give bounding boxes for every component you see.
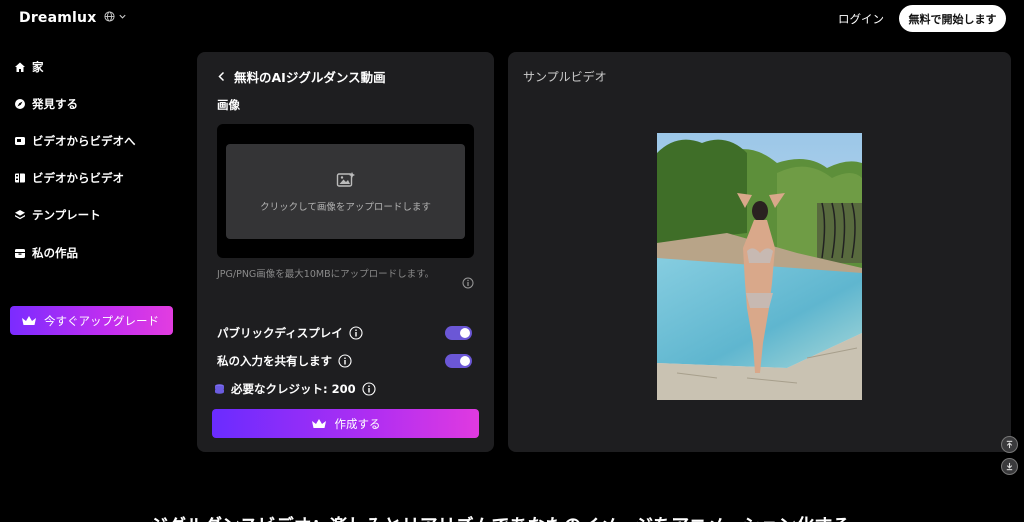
globe-icon bbox=[104, 11, 115, 22]
sidebar-item-label: テンプレート bbox=[32, 208, 101, 222]
upload-hint: JPG/PNG画像を最大10MBにアップロードします。 bbox=[217, 269, 435, 280]
share-input-toggle[interactable] bbox=[445, 354, 472, 368]
scroll-top-button[interactable] bbox=[1001, 436, 1018, 453]
sample-video-panel: サンプルビデオ bbox=[508, 52, 1011, 452]
crown-icon bbox=[311, 418, 326, 428]
sidebar-item-discover[interactable]: 発見する bbox=[14, 95, 78, 113]
credits-row: 必要なクレジット: 200 bbox=[214, 381, 376, 397]
upload-instruction: クリックして画像をアップロードします bbox=[260, 201, 431, 213]
sample-video-thumbnail[interactable] bbox=[657, 133, 862, 400]
arrow-down-icon bbox=[1006, 462, 1013, 471]
info-icon[interactable] bbox=[362, 382, 376, 396]
compass-icon bbox=[14, 98, 26, 110]
image-label: 画像 bbox=[217, 98, 240, 112]
sidebar-item-label: 発見する bbox=[32, 97, 78, 111]
upgrade-label: 今すぐアップグレード bbox=[44, 313, 159, 328]
crown-icon bbox=[22, 315, 36, 325]
sidebar-item-home[interactable]: 家 bbox=[14, 58, 44, 76]
top-bar: Dreamlux ログイン 無料で開始します bbox=[0, 0, 1024, 36]
sample-photo bbox=[657, 133, 862, 400]
sidebar-item-label: ビデオからビデオ bbox=[32, 171, 124, 185]
sidebar-item-label: 私の作品 bbox=[32, 246, 78, 260]
toggle-knob bbox=[460, 356, 470, 366]
sample-title: サンプルビデオ bbox=[523, 70, 607, 84]
upload-area: クリックして画像をアップロードします bbox=[217, 124, 474, 258]
credits-label: 必要なクレジット: 200 bbox=[231, 382, 356, 396]
box-icon bbox=[14, 247, 26, 259]
info-icon[interactable] bbox=[338, 354, 352, 368]
login-link[interactable]: ログイン bbox=[838, 11, 884, 27]
generator-panel: 無料のAIジグルダンス動画 画像 クリックして画像をアップロードします JPG/… bbox=[197, 52, 494, 452]
toggle-knob bbox=[460, 328, 470, 338]
image-upload-dropzone[interactable]: クリックして画像をアップロードします bbox=[226, 144, 465, 239]
language-selector[interactable] bbox=[104, 11, 127, 22]
create-label: 作成する bbox=[334, 416, 381, 431]
panel-header: 無料のAIジグルダンス動画 bbox=[217, 67, 386, 86]
section-heading: ジグルダンスビデオ：楽しみとリアリズムであなたのイメージをアニメーション化する bbox=[150, 512, 850, 522]
public-display-toggle[interactable] bbox=[445, 326, 472, 340]
scroll-bottom-button[interactable] bbox=[1001, 458, 1018, 475]
sidebar-item-label: ビデオからビデオへ bbox=[32, 134, 136, 148]
start-free-button[interactable]: 無料で開始します bbox=[899, 5, 1006, 32]
arrow-up-icon bbox=[1006, 440, 1013, 449]
page-title: 無料のAIジグルダンス動画 bbox=[234, 70, 386, 85]
back-chevron-icon[interactable] bbox=[217, 71, 226, 82]
create-button[interactable]: 作成する bbox=[212, 409, 479, 438]
sidebar-item-video-from-video[interactable]: ビデオからビデオ bbox=[14, 169, 124, 187]
sidebar-item-my-works[interactable]: 私の作品 bbox=[14, 244, 78, 262]
layers-icon bbox=[14, 209, 26, 221]
home-icon bbox=[14, 61, 26, 73]
add-image-icon bbox=[336, 171, 355, 187]
info-icon[interactable] bbox=[462, 277, 474, 289]
coins-icon bbox=[215, 383, 224, 394]
video-icon bbox=[14, 135, 26, 147]
share-input-label: 私の入力を共有します bbox=[217, 354, 332, 368]
share-input-row: 私の入力を共有します bbox=[217, 353, 352, 369]
public-display-row: パブリックディスプレイ bbox=[217, 325, 363, 341]
chevron-down-icon bbox=[119, 14, 126, 19]
film-icon bbox=[14, 172, 26, 184]
sidebar-item-video-to-video[interactable]: ビデオからビデオへ bbox=[14, 132, 136, 150]
info-icon[interactable] bbox=[349, 326, 363, 340]
sidebar-item-label: 家 bbox=[32, 60, 44, 74]
brand-logo[interactable]: Dreamlux bbox=[19, 10, 96, 26]
public-display-label: パブリックディスプレイ bbox=[217, 326, 343, 340]
upgrade-button[interactable]: 今すぐアップグレード bbox=[10, 306, 173, 335]
sidebar-item-templates[interactable]: テンプレート bbox=[14, 206, 101, 224]
